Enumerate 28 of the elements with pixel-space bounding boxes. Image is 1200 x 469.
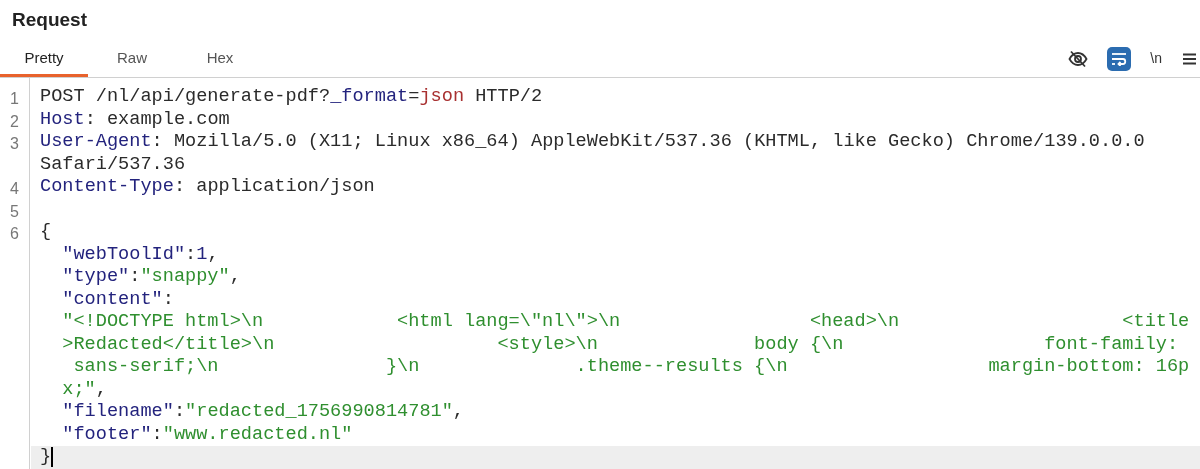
code-line: x;", bbox=[62, 378, 107, 401]
panel-title: Request bbox=[12, 7, 87, 32]
code-line: sans-serif;\n }\n .theme--results {\n margin-bottom: 16p bbox=[72, 356, 1190, 379]
code-line: POST /nl/api/generate-pdf?_format=json HTTP/2 bbox=[40, 86, 543, 109]
tab[interactable]: Pretty bbox=[0, 40, 88, 77]
code-line: "type":"snappy", bbox=[62, 266, 241, 289]
wrap-lines-icon[interactable] bbox=[1107, 46, 1132, 71]
newline-toggle[interactable]: \n bbox=[1148, 46, 1164, 71]
code-line: Content-Type: application/json bbox=[40, 176, 375, 199]
code-line: "footer":"www.redacted.nl" bbox=[62, 423, 353, 446]
line-number: 6 bbox=[10, 225, 19, 243]
code-line: Safari/537.36 bbox=[40, 153, 186, 176]
code-line: "<!DOCTYPE html>\n <html lang=\"nl\">\n <head>\n <title bbox=[62, 311, 1190, 334]
code-line: } bbox=[40, 446, 52, 469]
tab[interactable]: Raw bbox=[88, 40, 176, 77]
code-line: User-Agent: Mozilla/5.0 (X11; Linux x86_64) AppleWebKit/537.36 (KHTML, like Gecko) Chrome/139.0.0.0 bbox=[40, 131, 1145, 154]
code-line: >Redacted</title>\n <style>\n body {\n font-family: bbox=[62, 333, 1179, 356]
tab[interactable]: Hex bbox=[176, 40, 264, 77]
line-number: 5 bbox=[10, 202, 19, 220]
code-line: { bbox=[40, 221, 52, 244]
code-line: Host: example.com bbox=[40, 108, 230, 131]
line-number: 2 bbox=[10, 112, 19, 130]
line-number: 4 bbox=[10, 180, 19, 198]
code-line: "filename":"redacted_1756990814781", bbox=[62, 401, 465, 424]
line-number: 3 bbox=[10, 135, 19, 153]
code-line: "content": bbox=[62, 288, 174, 311]
line-number: 1 bbox=[10, 90, 19, 108]
code-line: "webToolId":1, bbox=[62, 243, 219, 266]
